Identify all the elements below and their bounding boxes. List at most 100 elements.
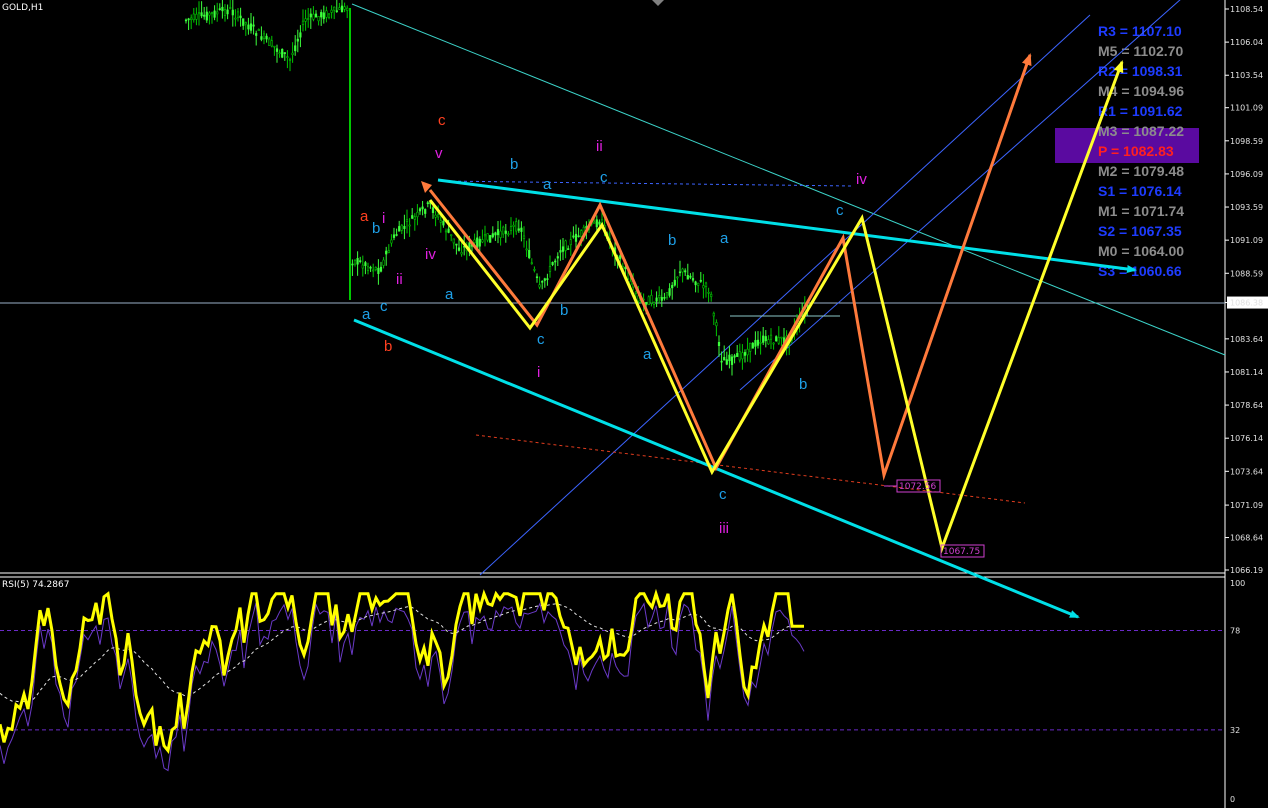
- candle-body: [512, 224, 515, 227]
- candle-body: [390, 239, 393, 244]
- candle-body: [431, 207, 435, 213]
- wave-label-c: c: [836, 202, 844, 219]
- candle-body: [291, 52, 294, 55]
- candle-body: [525, 248, 528, 251]
- candle-body: [777, 337, 780, 344]
- candle-body: [221, 6, 224, 12]
- candle-body: [684, 270, 687, 273]
- trend-lines: [351, 0, 1226, 619]
- candle-body: [343, 6, 346, 10]
- candle-body: [678, 271, 682, 274]
- candle-body: [704, 282, 708, 287]
- candle-body: [265, 35, 268, 40]
- scroll-marker: [652, 0, 664, 6]
- blue-dashed-line: [439, 180, 853, 187]
- candle-body: [444, 230, 448, 233]
- candle-body: [673, 279, 676, 286]
- price-chart[interactable]: 1072.561067.75 abciiiivviiiiiiivbcaabacb…: [0, 0, 1268, 808]
- candle-body: [764, 336, 767, 342]
- price-tick-label: 1066.19: [1230, 566, 1263, 575]
- candle-body: [317, 16, 320, 22]
- candle-body: [723, 357, 726, 361]
- candle-body: [494, 232, 497, 236]
- candle-body: [374, 267, 377, 270]
- candle-body: [439, 220, 442, 223]
- price-tick-label: 1091.09: [1230, 236, 1263, 245]
- wave-label-iii: iii: [719, 520, 729, 537]
- price-tick-label: 1088.59: [1230, 269, 1263, 278]
- candle-body: [496, 229, 500, 236]
- candle-body: [416, 211, 419, 218]
- candle-body: [203, 14, 206, 17]
- candle-body: [476, 237, 479, 248]
- wave-label-ii: ii: [396, 271, 403, 288]
- wave-label-c: c: [600, 169, 608, 186]
- rsi-tick-label: 100: [1230, 579, 1245, 588]
- candle-body: [210, 12, 214, 14]
- candle-body: [366, 266, 370, 271]
- candle-body: [184, 19, 188, 22]
- candle-body: [309, 13, 312, 18]
- candle-body: [647, 296, 650, 306]
- candle-body: [730, 356, 734, 365]
- wave-label-a: a: [720, 230, 729, 247]
- wave-label-c: c: [537, 331, 545, 348]
- candle-body: [187, 18, 190, 21]
- chart-frame: [0, 0, 1226, 808]
- rsi-panel: 100 78 32 0: [0, 579, 1245, 804]
- candle-body: [691, 278, 695, 281]
- target-label-2: 1067.75: [943, 547, 980, 557]
- price-tick-label: 1093.59: [1230, 203, 1263, 212]
- candle-body: [327, 13, 331, 18]
- candle-body: [234, 17, 237, 20]
- candle-body: [239, 15, 242, 19]
- candle-body: [715, 322, 718, 327]
- candle-body: [288, 58, 292, 61]
- candle-body: [333, 6, 336, 11]
- wave-label-a: a: [643, 346, 652, 363]
- candle-body: [200, 12, 203, 17]
- candle-body: [299, 32, 302, 38]
- wave-label-c: c: [380, 298, 388, 315]
- candle-body: [702, 285, 705, 289]
- candle-body: [460, 252, 463, 255]
- candle-body: [780, 336, 783, 339]
- candle-body: [434, 214, 437, 218]
- wave-label-a: a: [445, 286, 454, 303]
- candle-body: [450, 234, 453, 237]
- candle-body: [551, 261, 554, 265]
- candle-body: [216, 11, 219, 15]
- candle-body: [548, 266, 552, 272]
- upper-trendline-thin: [351, 3, 1226, 356]
- candle-body: [403, 225, 406, 229]
- candle-body: [424, 209, 427, 214]
- candle-body: [769, 334, 773, 340]
- upper-channel-arrow: [437, 178, 1137, 273]
- candle-body: [257, 29, 260, 31]
- candle-body: [655, 297, 658, 302]
- candle-body: [369, 266, 372, 269]
- wave-label-a: a: [360, 208, 369, 225]
- candle-body: [195, 13, 198, 20]
- wave-arrows: 1072.56 1067.75: [421, 53, 1124, 558]
- candle-body: [762, 335, 765, 343]
- target-label-1: 1072.56: [899, 482, 936, 492]
- candle-body: [249, 23, 253, 31]
- candle-body: [400, 224, 403, 231]
- candle-body: [252, 24, 255, 27]
- candle-body: [359, 260, 362, 262]
- candle-body: [372, 269, 375, 272]
- candle-body: [260, 36, 263, 40]
- candle-body: [205, 11, 208, 21]
- candle-body: [767, 339, 770, 345]
- candle-body: [736, 353, 739, 357]
- price-tick-label: 1068.64: [1230, 534, 1263, 543]
- candle-body: [244, 22, 247, 25]
- wave-label-i: i: [537, 364, 540, 381]
- candle-body: [270, 40, 273, 47]
- price-tick-label: 1098.59: [1230, 137, 1263, 146]
- candle-body: [517, 228, 520, 231]
- price-tick-label: 1106.04: [1230, 38, 1263, 47]
- candle-body: [676, 276, 679, 279]
- candle-body: [405, 219, 409, 222]
